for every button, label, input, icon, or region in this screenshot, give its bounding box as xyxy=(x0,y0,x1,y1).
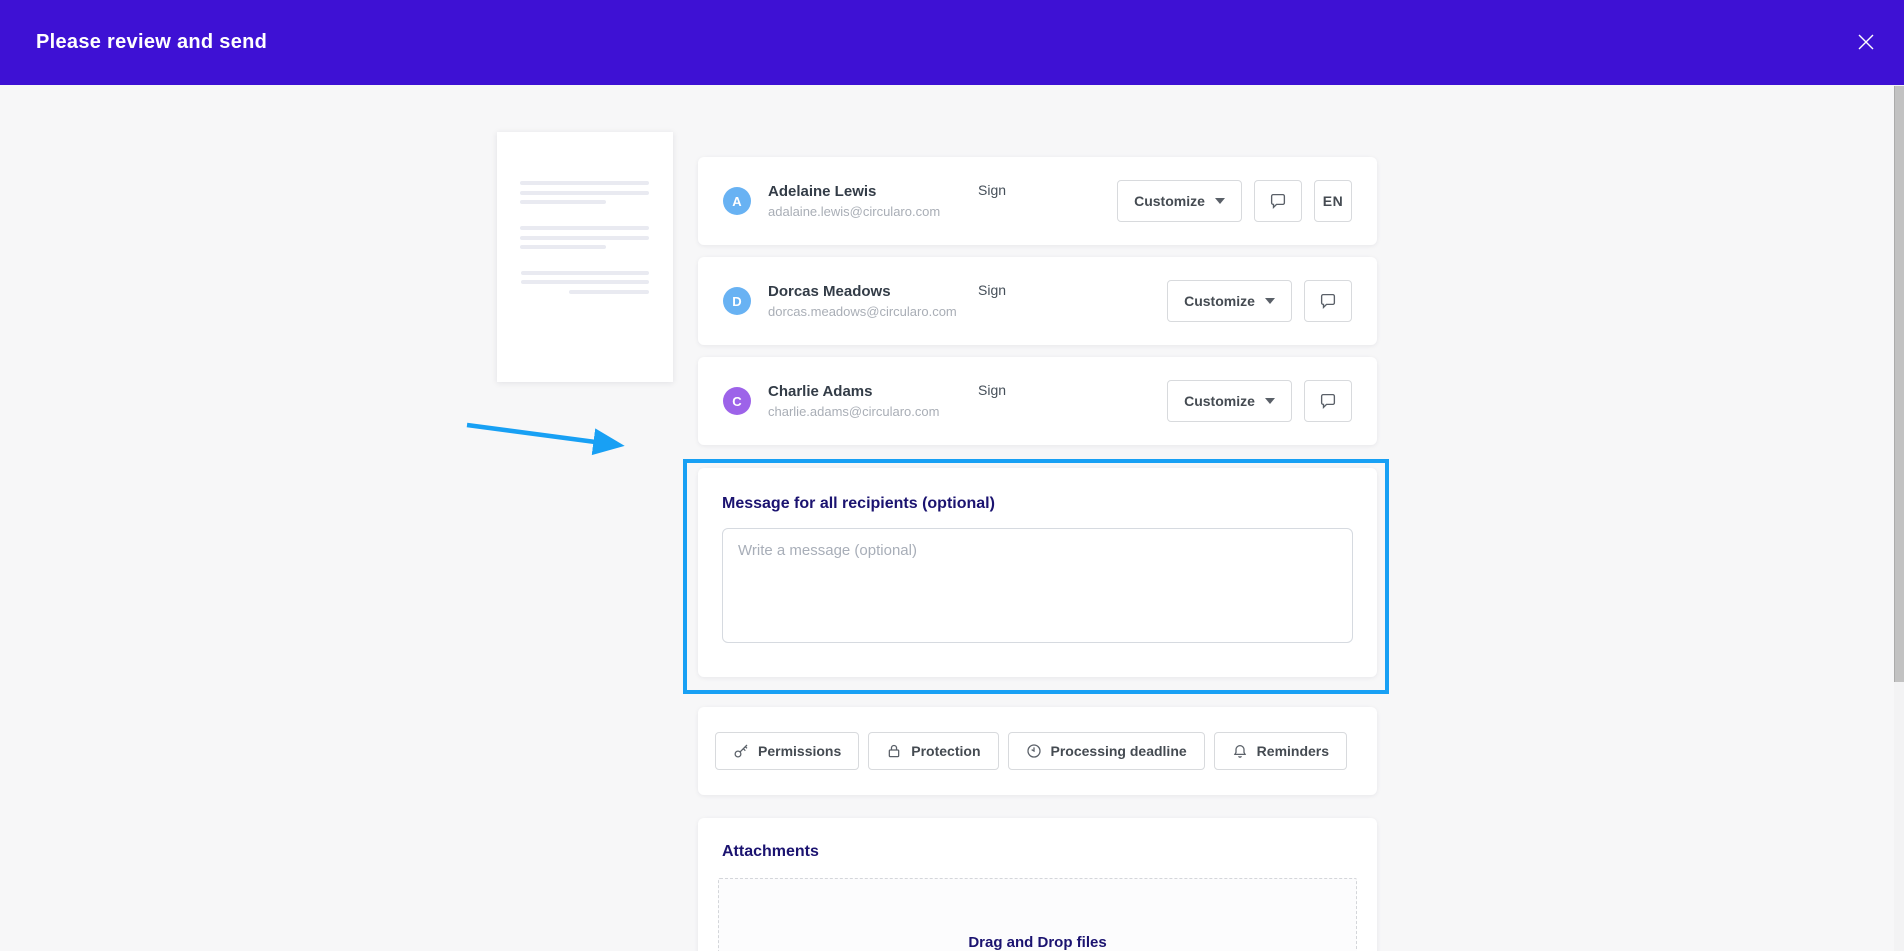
reminders-button[interactable]: Reminders xyxy=(1214,732,1347,770)
avatar: C xyxy=(723,387,751,415)
recipient-row: D Dorcas Meadows dorcas.meadows@circular… xyxy=(698,257,1377,345)
protection-button[interactable]: Protection xyxy=(868,732,998,770)
recipient-email: adalaine.lewis@circularo.com xyxy=(768,203,978,221)
comment-button[interactable] xyxy=(1304,280,1352,322)
message-section: Message for all recipients (optional) xyxy=(698,468,1377,677)
chevron-down-icon xyxy=(1265,398,1275,404)
clock-icon xyxy=(1026,743,1042,759)
scrollbar-track[interactable] xyxy=(1894,85,1904,951)
dropzone-label: Drag and Drop files xyxy=(968,934,1106,951)
annotation-arrow xyxy=(460,415,655,465)
recipient-row: A Adelaine Lewis adalaine.lewis@circular… xyxy=(698,157,1377,245)
recipient-email: dorcas.meadows@circularo.com xyxy=(768,303,978,321)
recipient-role: Sign xyxy=(978,182,1108,198)
chevron-down-icon xyxy=(1215,198,1225,204)
chevron-down-icon xyxy=(1265,298,1275,304)
recipient-name: Adelaine Lewis xyxy=(768,182,978,201)
speech-bubble-icon xyxy=(1319,392,1337,410)
permissions-button[interactable]: Permissions xyxy=(715,732,859,770)
attachments-title: Attachments xyxy=(722,843,1353,861)
recipient-name: Charlie Adams xyxy=(768,382,978,401)
dialog-title: Please review and send xyxy=(36,31,267,54)
customize-button[interactable]: Customize xyxy=(1167,280,1292,322)
recipient-name: Dorcas Meadows xyxy=(768,282,978,301)
close-icon[interactable] xyxy=(1850,26,1882,58)
document-options-card: Permissions Protection Processing deadli… xyxy=(698,707,1377,795)
speech-bubble-icon xyxy=(1319,292,1337,310)
message-input[interactable] xyxy=(722,528,1353,643)
recipient-role: Sign xyxy=(978,282,1108,298)
document-preview-thumbnail[interactable] xyxy=(497,132,673,382)
dialog-header: Please review and send xyxy=(0,0,1904,85)
attachments-section: Attachments Drag and Drop files xyxy=(698,818,1377,951)
key-icon xyxy=(733,743,749,759)
bell-icon xyxy=(1232,743,1248,759)
language-button[interactable]: EN xyxy=(1314,180,1352,222)
customize-button[interactable]: Customize xyxy=(1117,180,1242,222)
recipient-row: C Charlie Adams charlie.adams@circularo.… xyxy=(698,357,1377,445)
processing-deadline-button[interactable]: Processing deadline xyxy=(1008,732,1205,770)
speech-bubble-icon xyxy=(1269,192,1287,210)
file-dropzone[interactable]: Drag and Drop files xyxy=(718,878,1357,951)
recipient-email: charlie.adams@circularo.com xyxy=(768,403,978,421)
message-section-title: Message for all recipients (optional) xyxy=(722,495,1353,513)
avatar: A xyxy=(723,187,751,215)
comment-button[interactable] xyxy=(1254,180,1302,222)
customize-button[interactable]: Customize xyxy=(1167,380,1292,422)
avatar: D xyxy=(723,287,751,315)
recipient-role: Sign xyxy=(978,382,1108,398)
comment-button[interactable] xyxy=(1304,380,1352,422)
scrollbar-thumb[interactable] xyxy=(1894,86,1904,682)
lock-icon xyxy=(886,743,902,759)
